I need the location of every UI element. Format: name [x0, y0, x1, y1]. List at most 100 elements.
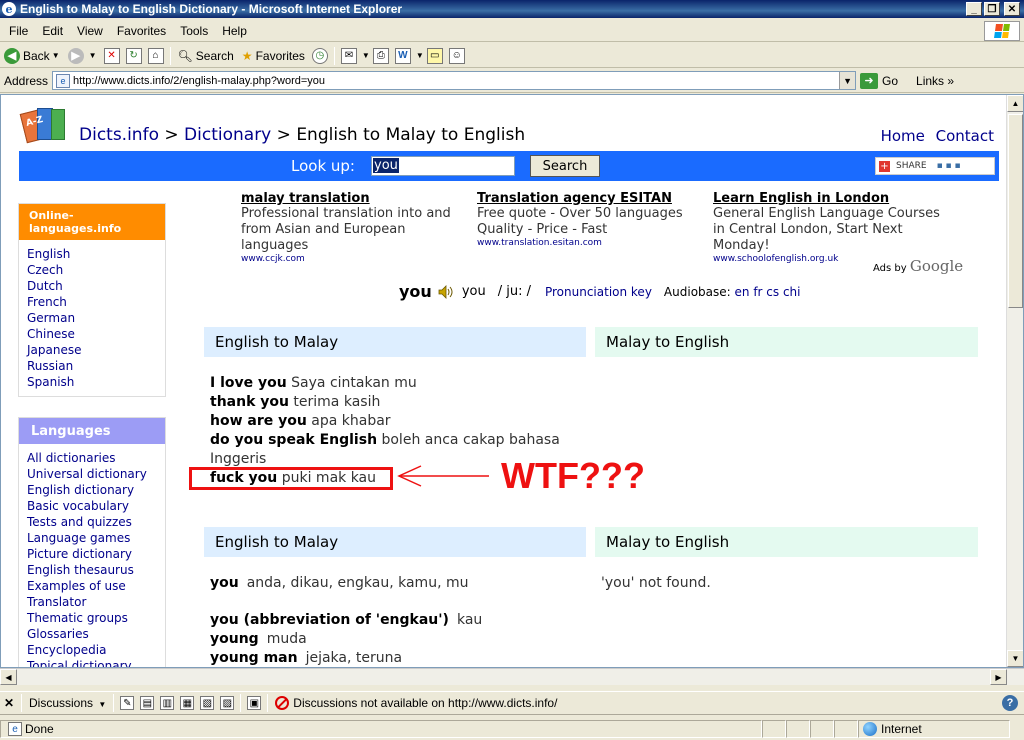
phrase-malay[interactable]: terima kasih	[293, 394, 380, 410]
sidebar-nav-link[interactable]: Topical dictionary	[27, 658, 157, 667]
favorites-button[interactable]: ★ Favorites	[238, 45, 309, 67]
home-icon[interactable]: ⌂	[147, 47, 164, 64]
discussion-tool-icon[interactable]: ▣	[247, 696, 262, 710]
links-button[interactable]: Links »	[916, 74, 954, 88]
help-icon[interactable]: ?	[1002, 695, 1018, 711]
search-button[interactable]: 🔍︎ Search	[174, 45, 238, 67]
phrase-malay[interactable]: Inggeris	[210, 451, 266, 467]
history-icon[interactable]: ◷	[311, 47, 328, 64]
phrase-english[interactable]: do you speak English	[210, 432, 377, 448]
sidebar-language-link[interactable]: English	[27, 246, 157, 262]
home-link[interactable]: Home	[881, 127, 925, 145]
sidebar-nav-link[interactable]: Translator	[27, 594, 157, 610]
sidebar-nav-link[interactable]: English dictionary	[27, 482, 157, 498]
menu-file[interactable]: File	[2, 24, 35, 38]
sidebar-nav-link[interactable]: Encyclopedia	[27, 642, 157, 658]
phrase-english[interactable]: thank you	[210, 394, 289, 410]
phrase-english[interactable]: how are you	[210, 413, 307, 429]
not-available-icon	[275, 696, 290, 710]
sidebar-language-link[interactable]: German	[27, 310, 157, 326]
sidebar-nav-link[interactable]: Tests and quizzes	[27, 514, 157, 530]
menu-favorites[interactable]: Favorites	[110, 24, 173, 38]
pronunciation-key-link[interactable]: Pronunciation key	[545, 285, 652, 299]
sidebar-languages: Languages All dictionaries Universal dict…	[18, 417, 166, 667]
minimize-button[interactable]: _	[966, 2, 982, 16]
sidebar-language-link[interactable]: French	[27, 294, 157, 310]
sidebar-nav-link[interactable]: Examples of use	[27, 578, 157, 594]
sidebar-language-link[interactable]: Spanish	[27, 374, 157, 390]
sidebar-nav-link[interactable]: Universal dictionary	[27, 466, 157, 482]
print-icon[interactable]: ⎙	[372, 47, 389, 64]
menu-tools[interactable]: Tools	[173, 24, 215, 38]
stop-icon[interactable]: ✕	[103, 47, 120, 64]
speaker-icon[interactable]	[438, 284, 454, 299]
mail-icon[interactable]: ✉	[340, 47, 357, 64]
discuss-icon[interactable]: ▭	[426, 47, 443, 64]
menu-help[interactable]: Help	[215, 24, 254, 38]
horizontal-scrollbar[interactable]: ◀ ▶	[0, 668, 1024, 685]
discussion-tool-icon[interactable]: ▤	[140, 696, 155, 710]
back-button[interactable]: ◀ Back ▼	[0, 45, 64, 67]
menu-edit[interactable]: Edit	[35, 24, 70, 38]
breadcrumb-site[interactable]: Dicts.info	[79, 125, 159, 145]
sidebar-nav-link[interactable]: All dictionaries	[27, 450, 157, 466]
go-button[interactable]: ➜ Go	[860, 72, 898, 89]
breadcrumb-dictionary[interactable]: Dictionary	[184, 125, 271, 145]
sidebar-nav-link[interactable]: Language games	[27, 530, 157, 546]
scroll-up-icon[interactable]: ▲	[1007, 95, 1023, 112]
phrase-malay[interactable]: boleh anca cakap bahasa	[381, 432, 559, 448]
search-button-page[interactable]: Search	[530, 155, 600, 177]
messenger-icon[interactable]: ☺	[448, 47, 465, 64]
sidebar-nav-link[interactable]: English thesaurus	[27, 562, 157, 578]
ad-item[interactable]: malay translation Professional translati…	[241, 191, 469, 264]
word-malay[interactable]: kau	[457, 612, 482, 628]
scroll-down-icon[interactable]: ▼	[1007, 650, 1023, 667]
audiobase-langs[interactable]: en fr cs chi	[735, 285, 801, 299]
word-english[interactable]: you (abbreviation of 'engkau')	[210, 612, 449, 628]
scroll-left-icon[interactable]: ◀	[0, 669, 17, 685]
share-button[interactable]: + SHARE ▪ ▪ ▪	[875, 157, 995, 175]
vertical-scrollbar[interactable]: ▲ ▼	[1006, 95, 1023, 667]
word-malay[interactable]: jejaka, teruna	[306, 650, 403, 666]
scroll-thumb[interactable]	[1008, 114, 1023, 308]
discussion-tool-icon[interactable]: ▥	[160, 696, 175, 710]
address-dropdown-icon[interactable]: ▼	[839, 72, 856, 89]
discussions-menu[interactable]: Discussions ▼	[25, 696, 110, 710]
word-malay[interactable]: anda, dikau, engkau, kamu, mu	[247, 575, 469, 591]
close-discussions-icon[interactable]: ✕	[0, 696, 18, 710]
new-discussion-icon[interactable]: ✎	[120, 696, 135, 710]
phrase-english[interactable]: I love you	[210, 375, 287, 391]
sidebar-nav-link[interactable]: Glossaries	[27, 626, 157, 642]
ad-item[interactable]: Learn English in London General English …	[713, 191, 941, 264]
menu-view[interactable]: View	[70, 24, 110, 38]
sidebar-language-link[interactable]: Russian	[27, 358, 157, 374]
sidebar-language-link[interactable]: Dutch	[27, 278, 157, 294]
forward-button[interactable]: ▶ ▼	[64, 45, 101, 67]
phrase-malay[interactable]: Saya cintakan mu	[291, 375, 417, 391]
sidebar-nav-link[interactable]: Thematic groups	[27, 610, 157, 626]
sidebar-nav-link[interactable]: Basic vocabulary	[27, 498, 157, 514]
sidebar-language-link[interactable]: Czech	[27, 262, 157, 278]
dicts-logo[interactable]: A-Z	[19, 105, 67, 144]
sidebar-heading[interactable]: Online-languages.info	[19, 204, 165, 240]
word-malay[interactable]: muda	[267, 631, 307, 647]
ad-item[interactable]: Translation agency ESITAN Free quote - O…	[477, 191, 705, 248]
sidebar-language-link[interactable]: Chinese	[27, 326, 157, 342]
phrase-malay[interactable]: apa khabar	[311, 413, 390, 429]
word-english[interactable]: young	[210, 631, 259, 647]
scroll-right-icon[interactable]: ▶	[990, 669, 1007, 685]
discussion-tool-icon[interactable]: ▧	[200, 696, 215, 710]
sidebar-language-link[interactable]: Japanese	[27, 342, 157, 358]
edit-word-icon[interactable]: W	[394, 47, 411, 64]
address-input[interactable]: e http://www.dicts.info/2/english-malay.…	[52, 71, 857, 90]
maximize-button[interactable]: ❐	[984, 2, 1000, 16]
ads-by-google[interactable]: Ads by Google	[873, 257, 963, 275]
sidebar-nav-link[interactable]: Picture dictionary	[27, 546, 157, 562]
close-button[interactable]: ✕	[1004, 2, 1020, 16]
discussion-tool-icon[interactable]: ▨	[220, 696, 235, 710]
word-english[interactable]: young man	[210, 650, 298, 666]
discussion-tool-icon[interactable]: ▦	[180, 696, 195, 710]
refresh-icon[interactable]: ↻	[125, 47, 142, 64]
contact-link[interactable]: Contact	[936, 127, 994, 145]
word-english[interactable]: you	[210, 575, 239, 591]
